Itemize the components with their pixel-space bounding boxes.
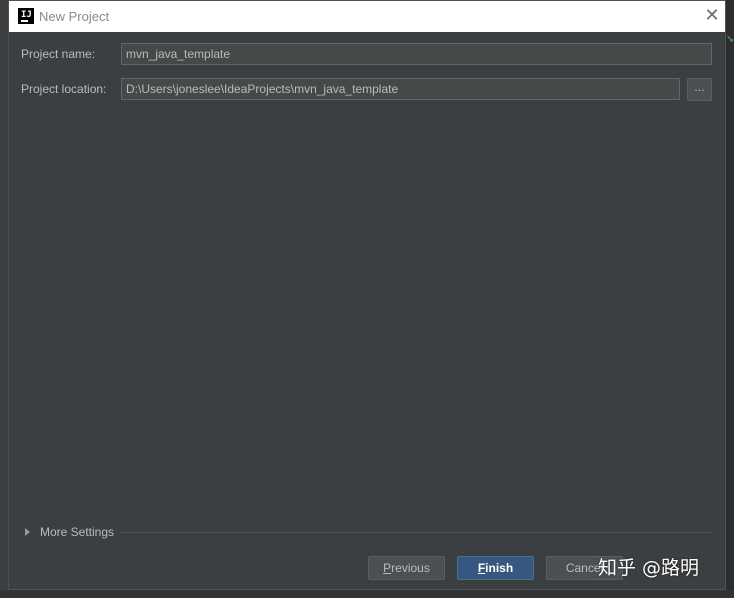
project-name-input[interactable] (121, 43, 712, 65)
run-arrow-icon: ➘ (726, 34, 734, 45)
intellij-icon: IJ (18, 8, 34, 24)
project-location-label: Project location: (21, 82, 107, 96)
more-settings-divider (121, 532, 711, 533)
browse-button[interactable]: ... (687, 78, 712, 101)
close-icon[interactable]: ✕ (702, 6, 722, 26)
finish-button[interactable]: Finish (457, 556, 534, 580)
previous-mnemonic: P (383, 561, 392, 575)
new-project-dialog: IJ New Project ✕ Project name: Project l… (8, 0, 726, 590)
zhihu-watermark: 知乎 @路明 (598, 557, 700, 579)
ide-left-edge (0, 0, 8, 598)
app-icon-text: IJ (21, 10, 32, 20)
window-title: New Project (39, 9, 110, 24)
finish-label-rest: inish (485, 561, 514, 575)
previous-button[interactable]: Previous (368, 556, 445, 580)
project-name-label: Project name: (21, 47, 96, 61)
more-settings-label: More Settings (40, 525, 115, 539)
app-icon-bar (21, 20, 28, 22)
title-bar: IJ New Project ✕ (9, 1, 725, 32)
expand-arrow-icon (25, 528, 30, 536)
project-location-input[interactable] (121, 78, 680, 100)
ide-bottom-edge (0, 590, 734, 598)
previous-label-rest: revious (391, 561, 430, 575)
